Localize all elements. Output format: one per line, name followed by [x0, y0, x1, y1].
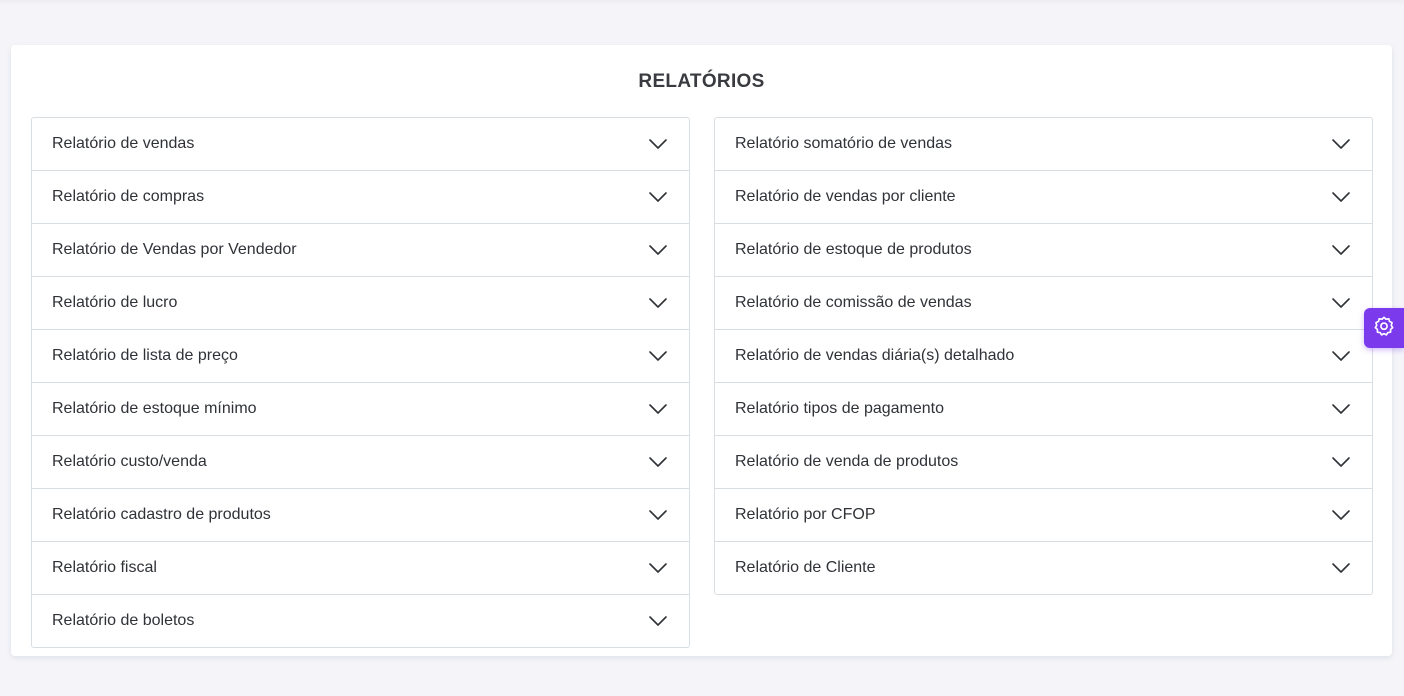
report-item-label: Relatório fiscal [52, 559, 157, 576]
report-item-label: Relatório de lista de preço [52, 347, 238, 364]
report-item-lista-de-preco[interactable]: Relatório de lista de preço [32, 330, 689, 383]
report-item-boletos[interactable]: Relatório de boletos [32, 595, 689, 647]
report-item-label: Relatório de lucro [52, 294, 178, 311]
reports-card: RELATÓRIOS Relatório de vendas Relatório… [11, 45, 1392, 656]
report-item-vendas-diarias-detalhado[interactable]: Relatório de vendas diária(s) detalhado [715, 330, 1372, 383]
report-item-label: Relatório de boletos [52, 612, 195, 629]
report-item-cadastro-de-produtos[interactable]: Relatório cadastro de produtos [32, 489, 689, 542]
reports-accordion-right: Relatório somatório de vendas Relatório … [714, 117, 1373, 595]
report-item-label: Relatório de comissão de vendas [735, 294, 972, 311]
chevron-down-icon [649, 453, 667, 471]
report-item-estoque-de-produtos[interactable]: Relatório de estoque de produtos [715, 224, 1372, 277]
report-item-label: Relatório custo/venda [52, 453, 207, 470]
page-title: RELATÓRIOS [638, 71, 765, 92]
chevron-down-icon [649, 612, 667, 630]
report-item-lucro[interactable]: Relatório de lucro [32, 277, 689, 330]
top-bar-edge [0, 0, 1404, 6]
report-item-somatorio-de-vendas[interactable]: Relatório somatório de vendas [715, 118, 1372, 171]
report-item-vendas[interactable]: Relatório de vendas [32, 118, 689, 171]
chevron-down-icon [649, 347, 667, 365]
report-item-vendas-por-cliente[interactable]: Relatório de vendas por cliente [715, 171, 1372, 224]
chevron-down-icon [1332, 400, 1350, 418]
chevron-down-icon [1332, 347, 1350, 365]
report-item-label: Relatório de vendas por cliente [735, 188, 956, 205]
report-item-cliente[interactable]: Relatório de Cliente [715, 542, 1372, 594]
report-item-compras[interactable]: Relatório de compras [32, 171, 689, 224]
chevron-down-icon [1332, 559, 1350, 577]
chevron-down-icon [1332, 188, 1350, 206]
report-item-venda-de-produtos[interactable]: Relatório de venda de produtos [715, 436, 1372, 489]
gear-icon [1373, 315, 1395, 342]
report-item-label: Relatório de Vendas por Vendedor [52, 241, 297, 258]
chevron-down-icon [1332, 453, 1350, 471]
report-item-label: Relatório de vendas [52, 135, 195, 152]
chevron-down-icon [1332, 241, 1350, 259]
report-item-label: Relatório de Cliente [735, 559, 876, 576]
chevron-down-icon [649, 559, 667, 577]
chevron-down-icon [649, 188, 667, 206]
report-item-label: Relatório de estoque mínimo [52, 400, 257, 417]
chevron-down-icon [649, 400, 667, 418]
report-item-por-cfop[interactable]: Relatório por CFOP [715, 489, 1372, 542]
report-item-label: Relatório de venda de produtos [735, 453, 959, 470]
report-item-estoque-minimo[interactable]: Relatório de estoque mínimo [32, 383, 689, 436]
report-item-vendas-por-vendedor[interactable]: Relatório de Vendas por Vendedor [32, 224, 689, 277]
settings-customizer-button[interactable] [1364, 308, 1404, 348]
report-item-label: Relatório de compras [52, 188, 205, 205]
report-item-comissao-de-vendas[interactable]: Relatório de comissão de vendas [715, 277, 1372, 330]
chevron-down-icon [1332, 294, 1350, 312]
chevron-down-icon [1332, 506, 1350, 524]
report-item-label: Relatório cadastro de produtos [52, 506, 271, 523]
report-item-tipos-de-pagamento[interactable]: Relatório tipos de pagamento [715, 383, 1372, 436]
chevron-down-icon [649, 294, 667, 312]
report-item-label: Relatório de estoque de produtos [735, 241, 972, 258]
reports-accordion-left: Relatório de vendas Relatório de compras… [31, 117, 690, 648]
report-item-label: Relatório tipos de pagamento [735, 400, 945, 417]
report-item-label: Relatório de vendas diária(s) detalhado [735, 347, 1015, 364]
chevron-down-icon [649, 506, 667, 524]
chevron-down-icon [649, 135, 667, 153]
report-item-label: Relatório por CFOP [735, 506, 876, 523]
chevron-down-icon [649, 241, 667, 259]
chevron-down-icon [1332, 135, 1350, 153]
report-item-custo-venda[interactable]: Relatório custo/venda [32, 436, 689, 489]
report-item-label: Relatório somatório de vendas [735, 135, 953, 152]
report-item-fiscal[interactable]: Relatório fiscal [32, 542, 689, 595]
